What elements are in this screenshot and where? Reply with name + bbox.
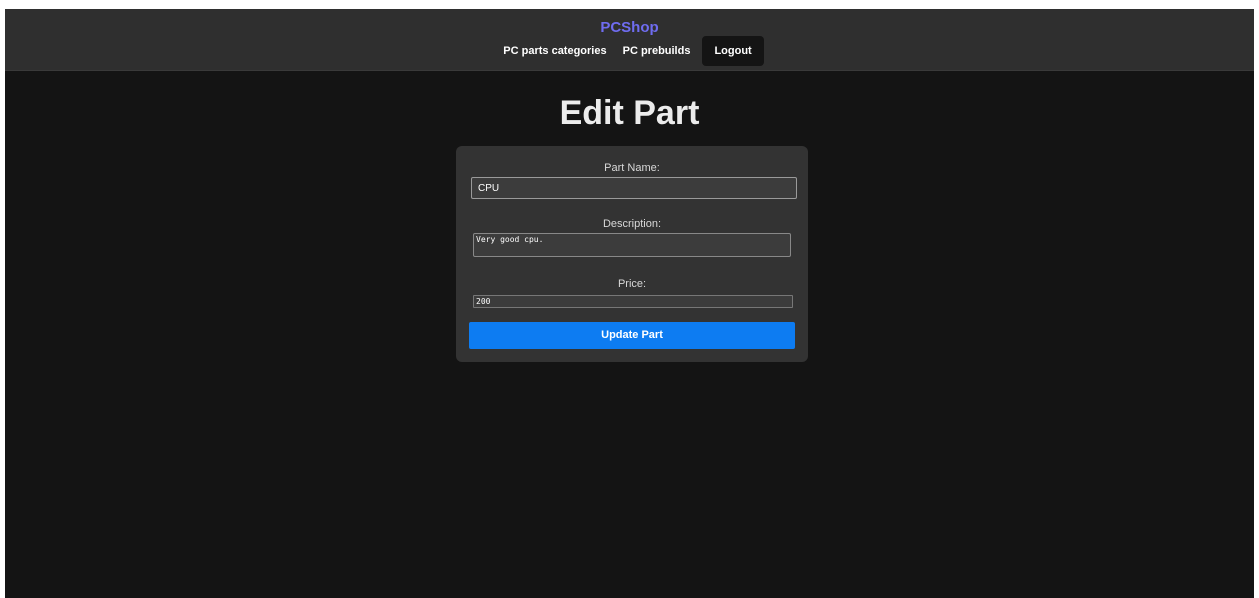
logout-button[interactable]: Logout [702,36,764,66]
description-textarea[interactable]: Very good cpu. [473,233,791,257]
navbar: PCShop PC parts categories PC prebuilds … [5,9,1254,71]
price-label: Price: [617,278,647,290]
description-label: Description: [602,218,662,230]
price-input[interactable] [473,295,793,308]
edit-part-form: Part Name: Description: Very good cpu. P… [456,146,808,362]
nav-links: PC parts categories PC prebuilds Logout [5,36,1254,66]
part-name-input[interactable] [471,177,797,199]
nav-link-categories[interactable]: PC parts categories [495,39,614,63]
app-frame: PCShop PC parts categories PC prebuilds … [5,9,1254,598]
nav-link-prebuilds[interactable]: PC prebuilds [615,39,699,63]
update-part-button[interactable]: Update Part [469,322,795,349]
part-name-label: Part Name: [604,162,660,174]
brand-logo-text[interactable]: PCShop [5,19,1254,37]
page-title: Edit Part [559,94,700,132]
